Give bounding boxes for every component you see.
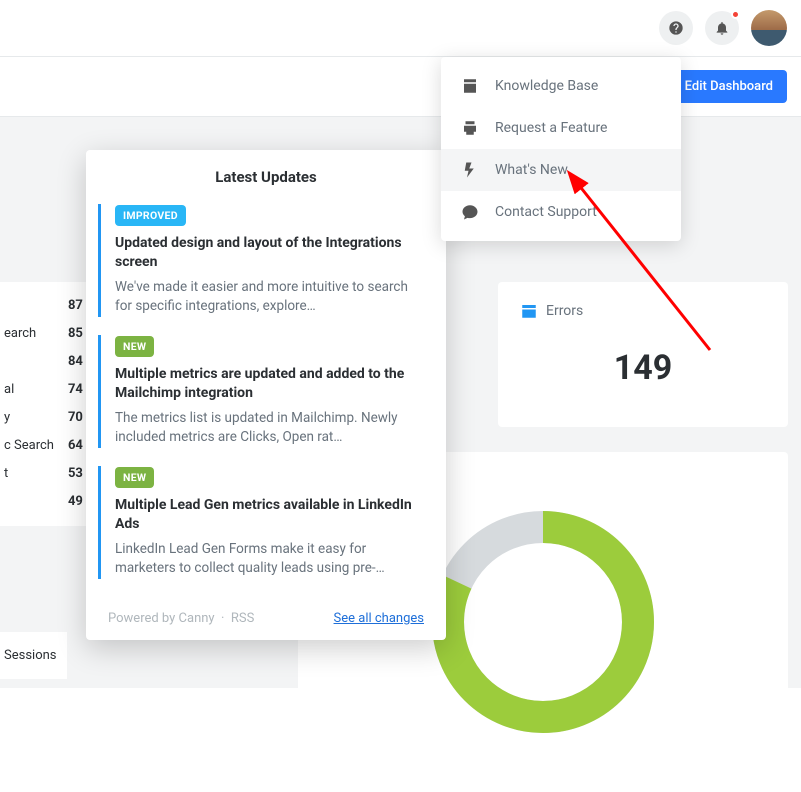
- topbar: [0, 0, 801, 57]
- bell-icon: [714, 20, 730, 36]
- updates-footer: Powered by Canny · RSS See all changes: [86, 597, 446, 640]
- donut-chart: [428, 507, 658, 737]
- update-body: LinkedIn Lead Gen Forms make it easy for…: [115, 540, 420, 579]
- table-row-label: t: [0, 460, 58, 488]
- update-title: Multiple metrics are updated and added t…: [115, 365, 420, 403]
- help-icon: [668, 20, 684, 36]
- table-row-label: y: [0, 404, 58, 432]
- bolt-icon: [461, 161, 479, 179]
- table-row-label: earch: [0, 320, 58, 348]
- table-row: y70: [0, 404, 87, 432]
- update-badge: NEW: [115, 467, 154, 488]
- notification-dot: [731, 10, 740, 19]
- table-row-value: 49: [58, 488, 87, 516]
- table-row-label: [0, 292, 58, 320]
- table-row: c Search64: [0, 432, 87, 460]
- table-row: 84: [0, 348, 87, 376]
- table-row: earch85: [0, 320, 87, 348]
- errors-label: Errors: [546, 303, 583, 319]
- update-title: Multiple Lead Gen metrics available in L…: [115, 496, 420, 534]
- help-menu-item-request-feature[interactable]: Request a Feature: [441, 107, 681, 149]
- help-menu-item-knowledge-base[interactable]: Knowledge Base: [441, 65, 681, 107]
- help-button[interactable]: [659, 11, 693, 45]
- table-row-value: 53: [58, 460, 87, 488]
- help-menu-label: Knowledge Base: [495, 78, 598, 94]
- table-row-value: 85: [58, 320, 87, 348]
- update-body: The metrics list is updated in Mailchimp…: [115, 409, 420, 448]
- table-row-value: 87: [58, 292, 87, 320]
- table-row-label: [0, 348, 58, 376]
- calendar-icon: [520, 302, 538, 320]
- table-row-value: 74: [58, 376, 87, 404]
- notifications-button[interactable]: [705, 11, 739, 45]
- table-row-value: 70: [58, 404, 87, 432]
- table-row: al74: [0, 376, 87, 404]
- latest-updates-popover: Latest Updates IMPROVED Updated design an…: [86, 150, 446, 640]
- table-row-value: 64: [58, 432, 87, 460]
- table-row-value: 84: [58, 348, 87, 376]
- help-menu-item-contact-support[interactable]: Contact Support: [441, 191, 681, 233]
- update-badge: IMPROVED: [115, 205, 186, 226]
- help-menu-label: Contact Support: [495, 204, 597, 220]
- sessions-label: Sessions: [4, 648, 57, 663]
- rss-link[interactable]: RSS: [231, 611, 254, 626]
- table-row-label: [0, 488, 58, 516]
- edit-dashboard-button[interactable]: Edit Dashboard: [671, 70, 787, 103]
- printer-icon: [461, 119, 479, 137]
- table-row: t53: [0, 460, 87, 488]
- update-body: We've made it easier and more intuitive …: [115, 278, 420, 317]
- avatar[interactable]: [751, 10, 787, 46]
- update-badge: NEW: [115, 336, 154, 357]
- footer-sep: ·: [221, 611, 224, 626]
- sessions-card-peek: Sessions: [0, 632, 67, 679]
- errors-value: 149: [520, 348, 766, 388]
- table-row: 87: [0, 292, 87, 320]
- see-all-changes-link[interactable]: See all changes: [334, 611, 424, 626]
- book-icon: [461, 77, 479, 95]
- help-menu-item-whats-new[interactable]: What's New: [441, 149, 681, 191]
- update-item[interactable]: NEW Multiple metrics are updated and adde…: [98, 335, 434, 448]
- help-menu: Knowledge Base Request a Feature What's …: [441, 57, 681, 241]
- update-item[interactable]: IMPROVED Updated design and layout of the…: [98, 204, 434, 317]
- updates-title: Latest Updates: [86, 150, 446, 204]
- help-menu-label: Request a Feature: [495, 120, 608, 136]
- table-row: 49: [0, 488, 87, 516]
- table-row-label: al: [0, 376, 58, 404]
- powered-by: Powered by Canny: [108, 611, 215, 626]
- chat-icon: [461, 203, 479, 221]
- table-row-label: c Search: [0, 432, 58, 460]
- update-title: Updated design and layout of the Integra…: [115, 234, 420, 272]
- help-menu-label: What's New: [495, 162, 568, 178]
- update-item[interactable]: NEW Multiple Lead Gen metrics available i…: [98, 466, 434, 579]
- sources-table-peek: 87earch8584al74y70c Search64t5349: [0, 282, 93, 526]
- errors-card: Errors 149: [498, 282, 788, 427]
